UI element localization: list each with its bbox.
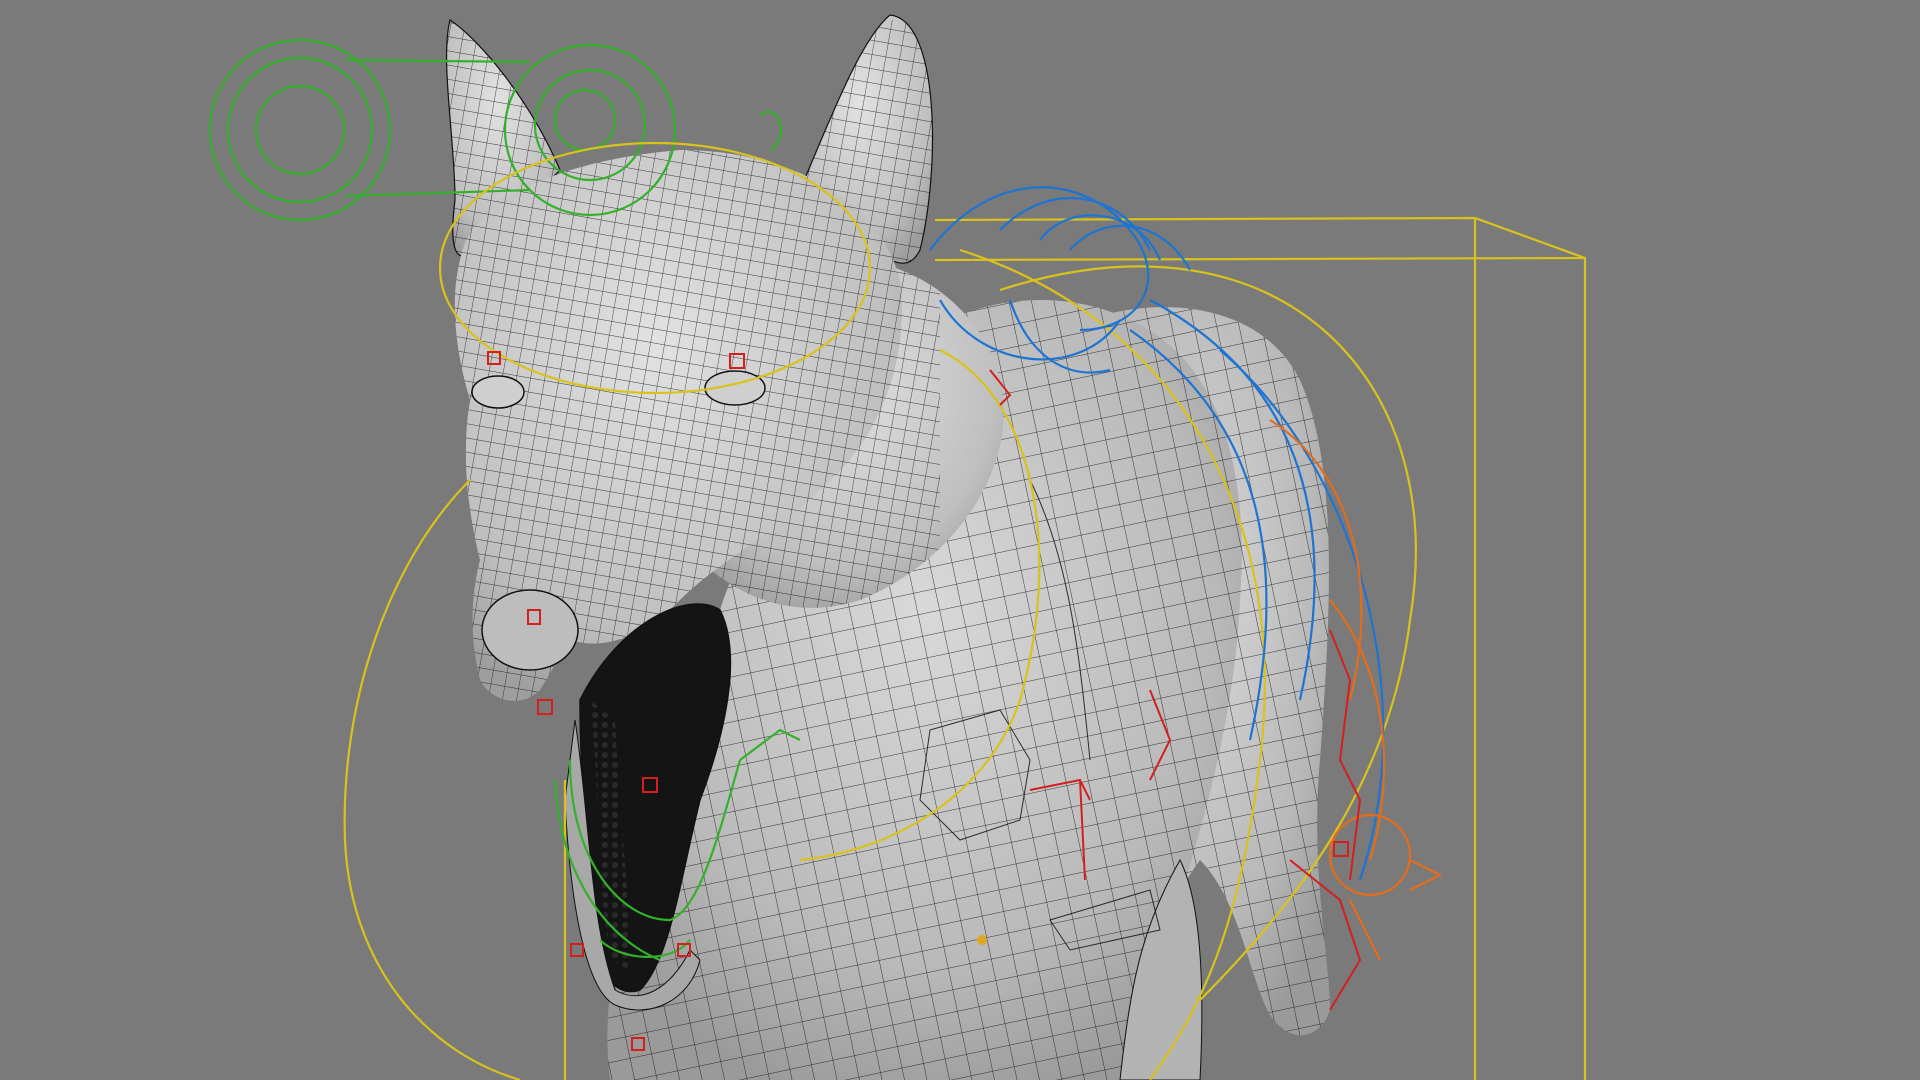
dog-left-eye[interactable] <box>471 375 525 409</box>
3d-viewport[interactable] <box>0 0 1920 1080</box>
viewport-canvas[interactable] <box>0 0 1920 1080</box>
dog-nose[interactable] <box>481 589 579 671</box>
pivot-dot <box>977 935 987 945</box>
